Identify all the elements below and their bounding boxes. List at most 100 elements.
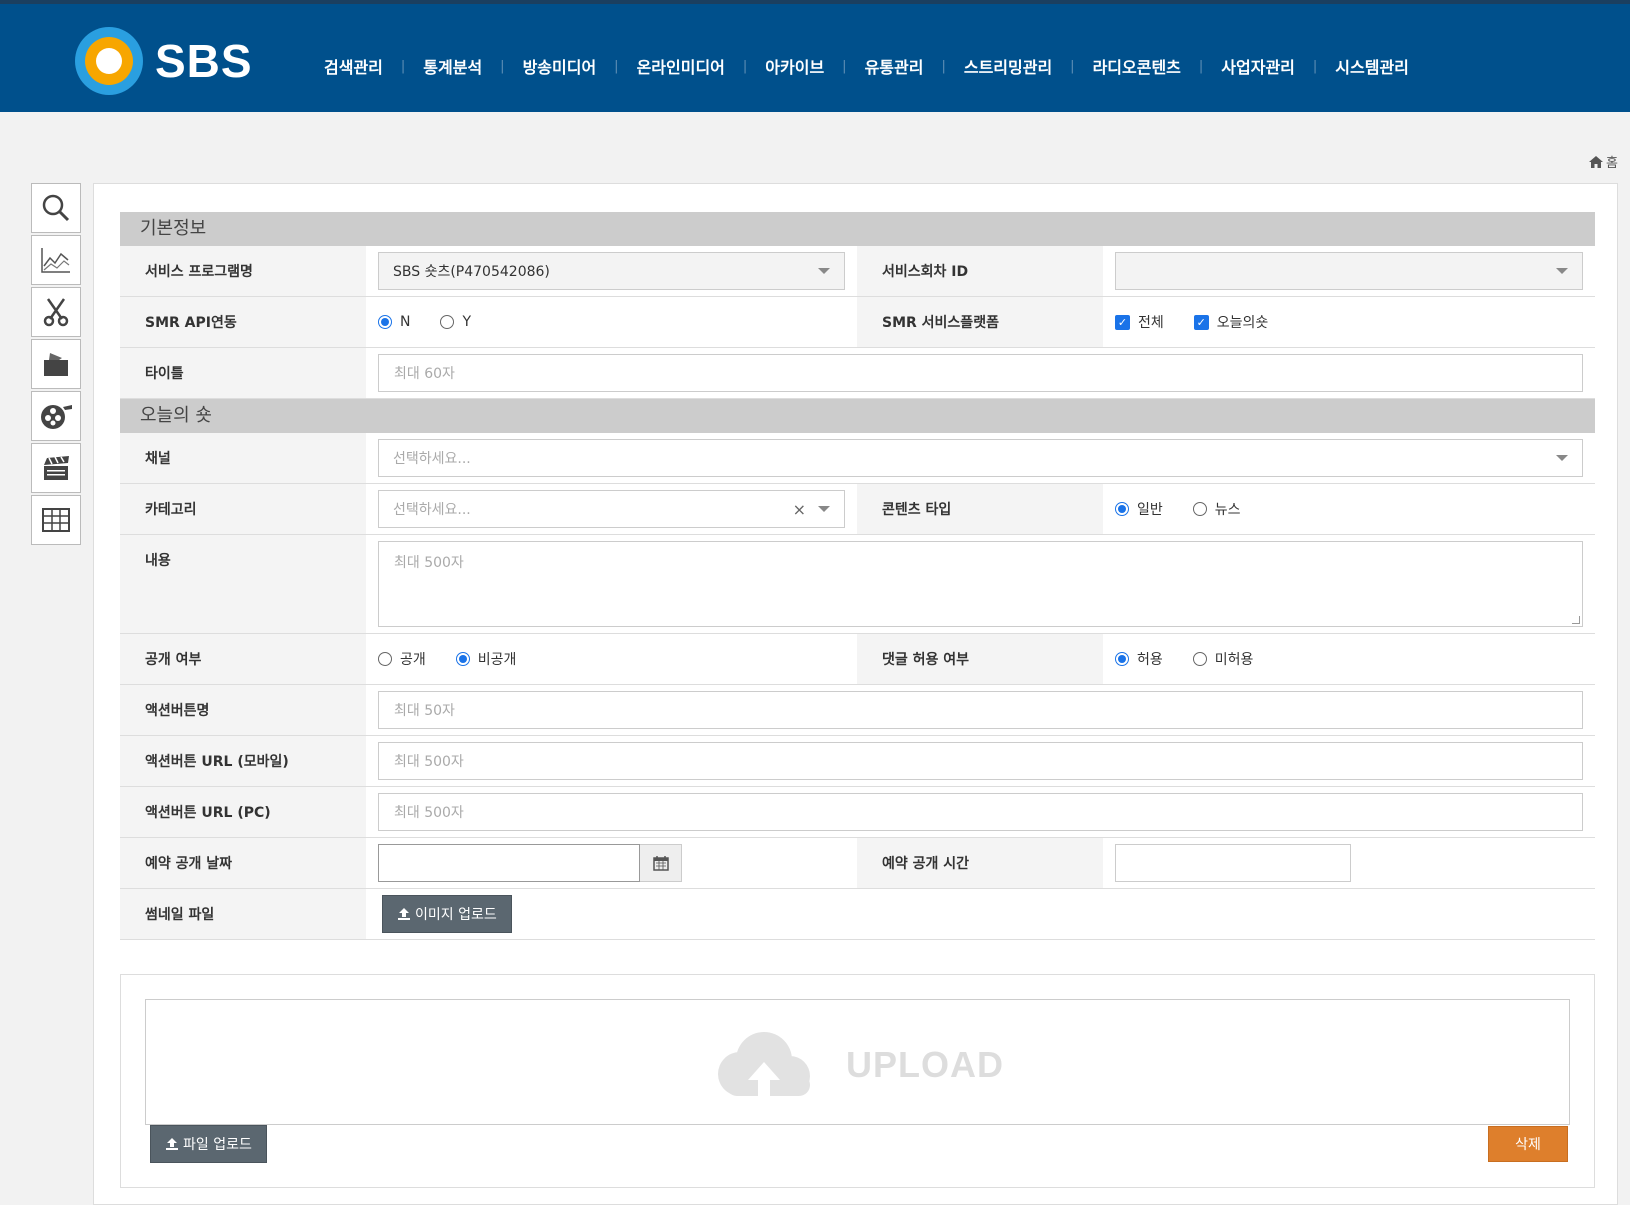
main-menu: 검색관리 | 통계분석 | 방송미디어 | 온라인미디어 | 아카이브 | 유통… — [300, 48, 1620, 84]
public-yes-radio[interactable] — [378, 652, 392, 666]
body-textarea[interactable]: 최대 500자 — [378, 541, 1583, 627]
category-select[interactable]: 선택하세요... × — [378, 490, 845, 528]
category-select-placeholder: 선택하세요... — [393, 502, 471, 518]
content-type-normal-label: 일반 — [1137, 502, 1163, 518]
row-action-url-mobile: 액션버튼 URL (모바일) 최대 500자 — [120, 736, 1595, 787]
section-basic-info: 기본정보 — [120, 212, 1595, 246]
smr-api-y-radio[interactable] — [440, 315, 455, 329]
comment-deny-radio[interactable] — [1192, 652, 1207, 666]
nav-item-radio-content[interactable]: 라디오콘텐츠 — [1093, 54, 1181, 78]
logo-text: SBS — [155, 35, 253, 87]
program-label: 서비스 프로그램명 — [120, 246, 366, 296]
public-radio-group: 공개 비공개 — [378, 649, 516, 669]
breadcrumb[interactable]: 홈 — [1589, 152, 1618, 171]
row-body: 내용 최대 500자 — [120, 535, 1595, 634]
nav-item-system[interactable]: 시스템관리 — [1335, 54, 1409, 78]
smr-platform-label: SMR 서비스플랫폼 — [857, 297, 1103, 347]
nav-item-business[interactable]: 사업자관리 — [1221, 54, 1295, 78]
row-program: 서비스 프로그램명 SBS 숏츠(P470542086) 서비스회차 ID — [120, 246, 1595, 297]
action-url-mobile-input[interactable]: 최대 500자 — [378, 742, 1583, 780]
comment-radio-group: 허용 미허용 — [1115, 649, 1253, 669]
comment-allow-radio[interactable] — [1115, 652, 1129, 666]
upload-icon — [398, 908, 410, 920]
film-reel-icon — [41, 405, 72, 429]
image-upload-label: 이미지 업로드 — [415, 907, 497, 923]
nav-item-distribution[interactable]: 유통관리 — [865, 54, 924, 78]
action-name-input[interactable]: 최대 50자 — [378, 691, 1583, 729]
resize-handle-icon[interactable] — [1572, 616, 1580, 624]
platform-today-checkbox[interactable]: ✓ — [1193, 314, 1209, 330]
upload-drop-zone[interactable]: UPLOAD — [145, 999, 1570, 1125]
reserve-date-input[interactable] — [378, 844, 640, 882]
action-url-mobile-label: 액션버튼 URL (모바일) — [120, 736, 366, 786]
row-thumbnail: 썸네일 파일 이미지 업로드 — [120, 889, 1595, 940]
file-upload-button[interactable]: 파일 업로드 — [150, 1125, 267, 1163]
content-type-news-radio[interactable] — [1192, 502, 1207, 516]
folder-icon — [44, 353, 68, 376]
chart-icon — [41, 248, 70, 273]
row-smr: SMR API연동 N Y SMR 서비스플랫폼 ✓ 전체 ✓ 오늘의숏 — [120, 297, 1595, 348]
nav-item-archive[interactable]: 아카이브 — [765, 54, 824, 78]
reserve-date-picker — [378, 844, 682, 882]
public-no-label: 비공개 — [477, 652, 517, 668]
file-upload-box: UPLOAD 파일 업로드 삭제 — [120, 974, 1595, 1188]
chevron-down-icon — [1556, 455, 1568, 461]
side-toolbar — [31, 183, 81, 547]
side-clapper-button[interactable] — [31, 443, 81, 493]
public-no-radio[interactable] — [455, 652, 470, 666]
image-upload-button[interactable]: 이미지 업로드 — [382, 895, 512, 933]
calendar-icon — [652, 856, 669, 871]
episode-select[interactable] — [1115, 252, 1583, 290]
row-action-name: 액션버튼명 최대 50자 — [120, 685, 1595, 736]
smr-api-n-radio[interactable] — [378, 315, 392, 329]
platform-today-label: 오늘의숏 — [1216, 315, 1269, 331]
logo-emblem-icon — [75, 27, 143, 95]
reserve-time-input[interactable] — [1115, 844, 1351, 882]
clear-icon[interactable]: × — [793, 500, 806, 519]
content-type-normal-radio[interactable] — [1115, 502, 1129, 516]
chevron-down-icon — [818, 506, 830, 512]
chevron-down-icon — [1556, 268, 1568, 274]
nav-item-streaming[interactable]: 스트리밍관리 — [964, 54, 1052, 78]
nav-item-stats[interactable]: 통계분석 — [423, 54, 482, 78]
comment-allow-label: 허용 — [1137, 652, 1163, 668]
shorts-form: 기본정보 서비스 프로그램명 SBS 숏츠(P470542086) 서비스회차 … — [120, 212, 1595, 940]
table-icon — [42, 508, 70, 532]
comment-deny-label: 미허용 — [1214, 652, 1254, 668]
program-select[interactable]: SBS 숏츠(P470542086) — [378, 252, 845, 290]
channel-select-placeholder: 선택하세요... — [393, 451, 471, 467]
side-cut-button[interactable] — [31, 287, 81, 337]
title-label: 타이틀 — [120, 348, 366, 398]
sbs-logo[interactable]: SBS — [75, 26, 253, 96]
content-type-radio-group: 일반 뉴스 — [1115, 499, 1241, 519]
nav-item-broadcast-media[interactable]: 방송미디어 — [523, 54, 597, 78]
nav-item-online-media[interactable]: 온라인미디어 — [637, 54, 725, 78]
channel-select[interactable]: 선택하세요... — [378, 439, 1583, 477]
calendar-button[interactable] — [640, 844, 682, 882]
channel-label: 채널 — [120, 433, 366, 483]
side-search-button[interactable] — [31, 183, 81, 233]
side-folder-button[interactable] — [31, 339, 81, 389]
action-url-pc-label: 액션버튼 URL (PC) — [120, 787, 366, 837]
row-channel: 채널 선택하세요... — [120, 433, 1595, 484]
title-input[interactable]: 최대 60자 — [378, 354, 1583, 392]
side-film-button[interactable] — [31, 391, 81, 441]
chevron-down-icon — [818, 268, 830, 274]
thumb-label: 썸네일 파일 — [120, 889, 366, 939]
side-chart-button[interactable] — [31, 235, 81, 285]
delete-button[interactable]: 삭제 — [1488, 1126, 1568, 1162]
file-upload-label: 파일 업로드 — [183, 1137, 252, 1153]
row-category: 카테고리 선택하세요... × 콘텐츠 타입 일반 뉴스 — [120, 484, 1595, 535]
platform-all-checkbox[interactable]: ✓ — [1115, 314, 1130, 330]
side-table-button[interactable] — [31, 495, 81, 545]
search-icon — [42, 194, 70, 222]
breadcrumb-home[interactable]: 홈 — [1606, 152, 1618, 171]
smr-api-label: SMR API연동 — [120, 297, 366, 347]
nav-item-search[interactable]: 검색관리 — [324, 54, 383, 78]
row-public: 공개 여부 공개 비공개 댓글 허용 여부 허용 미허용 — [120, 634, 1595, 685]
action-url-pc-input[interactable]: 최대 500자 — [378, 793, 1583, 831]
body-placeholder: 최대 500자 — [394, 555, 464, 571]
smr-api-radio-group: N Y — [378, 314, 471, 330]
reserve-date-label: 예약 공개 날짜 — [120, 838, 366, 888]
category-label: 카테고리 — [120, 484, 366, 534]
